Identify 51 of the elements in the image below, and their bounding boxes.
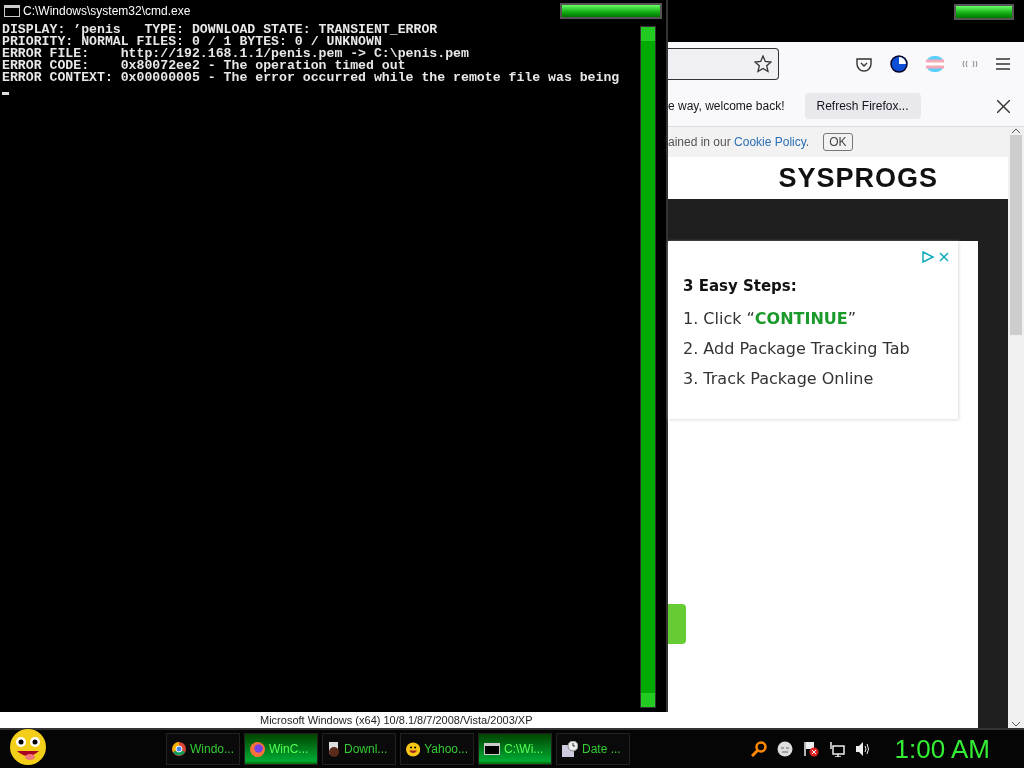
console-icon	[484, 743, 500, 755]
scrollbar[interactable]	[640, 26, 656, 708]
star-icon[interactable]	[754, 55, 772, 73]
console-line: PRIORITY: NORMAL FILES: 0 / 1 BYTES: 0 / UNKNOWN	[2, 36, 382, 48]
refresh-button[interactable]: Refresh Firefox...	[804, 93, 921, 119]
pocket-icon[interactable]	[856, 56, 872, 72]
ad-heading: 3 Easy Steps:	[683, 277, 798, 295]
console-icon	[4, 5, 20, 17]
search-icon[interactable]	[750, 741, 767, 757]
scroll-up-icon[interactable]	[1011, 127, 1021, 135]
taskbar-button[interactable]: Date ...	[556, 733, 630, 765]
firefox-icon	[250, 741, 265, 757]
cookie-policy-link[interactable]: Cookie Policy	[734, 135, 806, 149]
window-controls[interactable]	[954, 4, 1014, 20]
window-controls[interactable]	[560, 3, 662, 19]
notification-message: e way, welcome back!	[668, 99, 785, 113]
clock[interactable]: 1:00 AM	[894, 733, 990, 765]
taskbar-button[interactable]: Windo...	[166, 733, 240, 765]
ad-step: 3. Track Package Online	[683, 369, 958, 388]
scroll-down-icon[interactable]	[1011, 720, 1021, 728]
console-line: ERROR CODE: 0x80072ee2 - The operation timed out	[2, 60, 406, 72]
text-cursor	[2, 92, 9, 95]
taskbar-button[interactable]: WinC...	[244, 733, 318, 765]
cookie-notice: ained in our Cookie Policy.	[668, 135, 810, 149]
chrome-icon	[172, 742, 186, 756]
scrollbar[interactable]	[1008, 127, 1024, 728]
smiley-icon	[406, 741, 421, 757]
calendar-clock-icon	[562, 741, 578, 757]
speaker-icon[interactable]	[854, 741, 871, 757]
ad-step: 1. Click “CONTINUE”	[683, 309, 958, 328]
face-icon[interactable]	[776, 741, 793, 757]
console-line: ERROR FILE: http://192.168.1.1/penis.pem -> C:\penis.pem	[2, 48, 470, 60]
ad-choices-icon[interactable]	[922, 251, 950, 263]
close-icon[interactable]	[997, 99, 1010, 113]
start-button[interactable]	[8, 729, 48, 765]
address-bar[interactable]	[668, 48, 779, 80]
console-line: DISPLAY: ’penis TYPE: DOWNLOAD STATE: TRANSIENT_ERROR	[2, 24, 439, 36]
ad-step: 2. Add Package Tracking Tab	[683, 339, 958, 358]
document-icon	[328, 741, 340, 757]
menu-icon[interactable]	[996, 58, 1010, 70]
ok-button[interactable]: OK	[823, 133, 853, 151]
taskbar-button[interactable]: C:\Wi...	[478, 733, 552, 765]
broadcast-icon[interactable]	[962, 60, 978, 68]
taskbar-button[interactable]: Downl...	[322, 733, 396, 765]
console-line: ERROR CONTEXT: 0x00000005 - The error occurred while the remote file was being	[2, 72, 621, 84]
background-text: Microsoft Windows (x64) 10/8.1/8/7/2008/Vista/2003/XP	[260, 713, 533, 727]
window-title: C:\Windows\system32\cmd.exe	[23, 4, 192, 18]
pie-icon[interactable]	[890, 55, 908, 73]
network-icon[interactable]	[828, 741, 845, 757]
flag-error-icon[interactable]	[802, 741, 819, 757]
taskbar-button[interactable]: Yahoo...	[400, 733, 474, 765]
